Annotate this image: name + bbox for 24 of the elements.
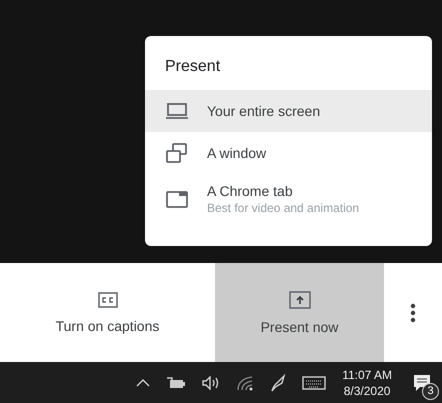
menu-title: Present: [164, 58, 222, 77]
pen-icon[interactable]: [270, 374, 286, 392]
item-label: A window: [207, 145, 266, 161]
notification-count: 3: [422, 382, 439, 400]
speaker-icon[interactable]: [202, 376, 220, 390]
present-screen-icon: [288, 290, 310, 308]
wifi-icon[interactable]: [236, 374, 254, 390]
item-label: Your entire screen: [207, 103, 320, 119]
laptop-icon: [165, 102, 189, 120]
keyboard-icon[interactable]: [302, 376, 326, 390]
menu-item[interactable]: Your entire screen: [145, 90, 432, 132]
more-options-icon: [410, 302, 416, 322]
chevron-up-icon[interactable]: [136, 378, 150, 386]
clock-date: 8/3/2020: [344, 382, 390, 398]
clock-time: 11:07 AM: [342, 366, 392, 382]
present-now-button[interactable]: Present now: [215, 263, 384, 362]
item-label: A Chrome tab: [207, 183, 294, 199]
menu-item[interactable]: A Chrome tab Best for video and animation: [145, 174, 432, 224]
menu-item[interactable]: A window: [145, 132, 432, 174]
windows-icon: [165, 142, 189, 164]
battery-icon[interactable]: [166, 376, 186, 388]
captions-icon: [98, 292, 118, 308]
browser-tab-icon: [165, 189, 189, 209]
item-subtitle: Best for video and animation: [207, 201, 360, 215]
